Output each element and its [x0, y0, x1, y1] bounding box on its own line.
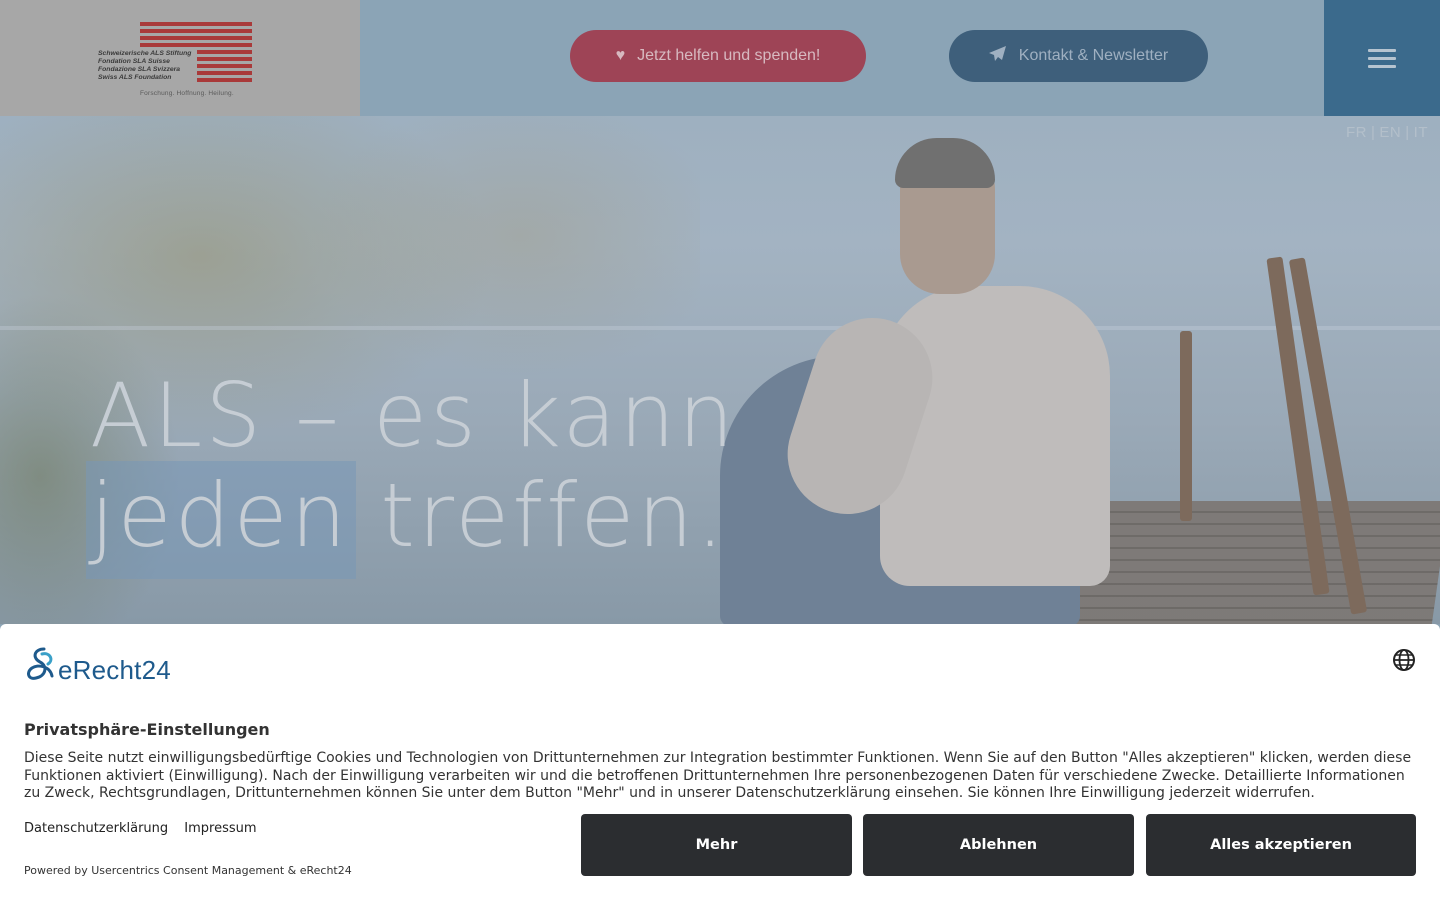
more-button[interactable]: Mehr [581, 814, 852, 876]
accept-all-button[interactable]: Alles akzeptieren [1146, 814, 1416, 876]
lang-en[interactable]: EN [1379, 124, 1401, 141]
donate-button-label: Jetzt helfen und spenden! [637, 47, 821, 64]
hamburger-menu-icon[interactable] [1324, 0, 1440, 116]
lang-fr[interactable]: FR [1346, 124, 1367, 141]
hero-title-line2: jeden treffen. [90, 466, 727, 566]
erecht24-mark-icon [27, 647, 54, 680]
contact-button-label: Kontakt & Newsletter [1018, 47, 1169, 64]
hero-title: ALS – es kann jeden treffen. [90, 366, 737, 566]
logo-text: Schweizerische ALS Stiftung Fondation SL… [98, 50, 198, 82]
donate-button[interactable]: ♥ Jetzt helfen und spenden! [570, 30, 866, 82]
language-globe-icon[interactable] [1392, 648, 1416, 672]
consent-description: Diese Seite nutzt einwilligungsbedürftig… [24, 750, 1412, 801]
cookie-consent-banner: eRecht24 Privatsphäre-Einstellungen Dies… [0, 624, 1440, 900]
imprint-link[interactable]: Impressum [184, 821, 256, 836]
hero-section: FR | EN | IT ALS – es kann jeden treffen. [0, 116, 1440, 624]
logo-tagline: Forschung. Hoffnung. Heilung. [140, 90, 234, 97]
deny-button[interactable]: Ablehnen [863, 814, 1134, 876]
lang-it[interactable]: IT [1414, 124, 1428, 141]
language-switcher: FR | EN | IT [1346, 124, 1428, 141]
logo-line: Schweizerische ALS Stiftung [98, 50, 192, 57]
site-header: Schweizerische ALS Stiftung Fondation SL… [0, 0, 1440, 116]
logo-line: Fondazione SLA Svizzera [98, 66, 181, 73]
powered-by-text: Powered by Usercentrics Consent Manageme… [24, 864, 352, 877]
contact-newsletter-button[interactable]: Kontakt & Newsletter [949, 30, 1208, 82]
brand-name: eRecht24 [58, 654, 171, 685]
consent-title: Privatsphäre-Einstellungen [24, 720, 270, 739]
hero-title-highlighted-word: jeden [90, 464, 350, 567]
hero-title-line1: ALS – es kann [90, 364, 737, 467]
lang-separator: | [1371, 124, 1376, 141]
logo-line: Swiss ALS Foundation [98, 74, 172, 81]
paper-plane-icon [988, 45, 1007, 67]
lang-separator: | [1405, 124, 1410, 141]
logo[interactable]: Schweizerische ALS Stiftung Fondation SL… [0, 0, 360, 116]
heart-icon: ♥ [615, 47, 626, 64]
logo-line: Fondation SLA Suisse [98, 58, 170, 65]
privacy-policy-link[interactable]: Datenschutzerklärung [24, 821, 168, 836]
consent-links: Datenschutzerklärung Impressum [24, 821, 269, 836]
erecht24-logo: eRecht24 [24, 646, 171, 686]
hero-title-rest: treffen. [349, 464, 728, 567]
